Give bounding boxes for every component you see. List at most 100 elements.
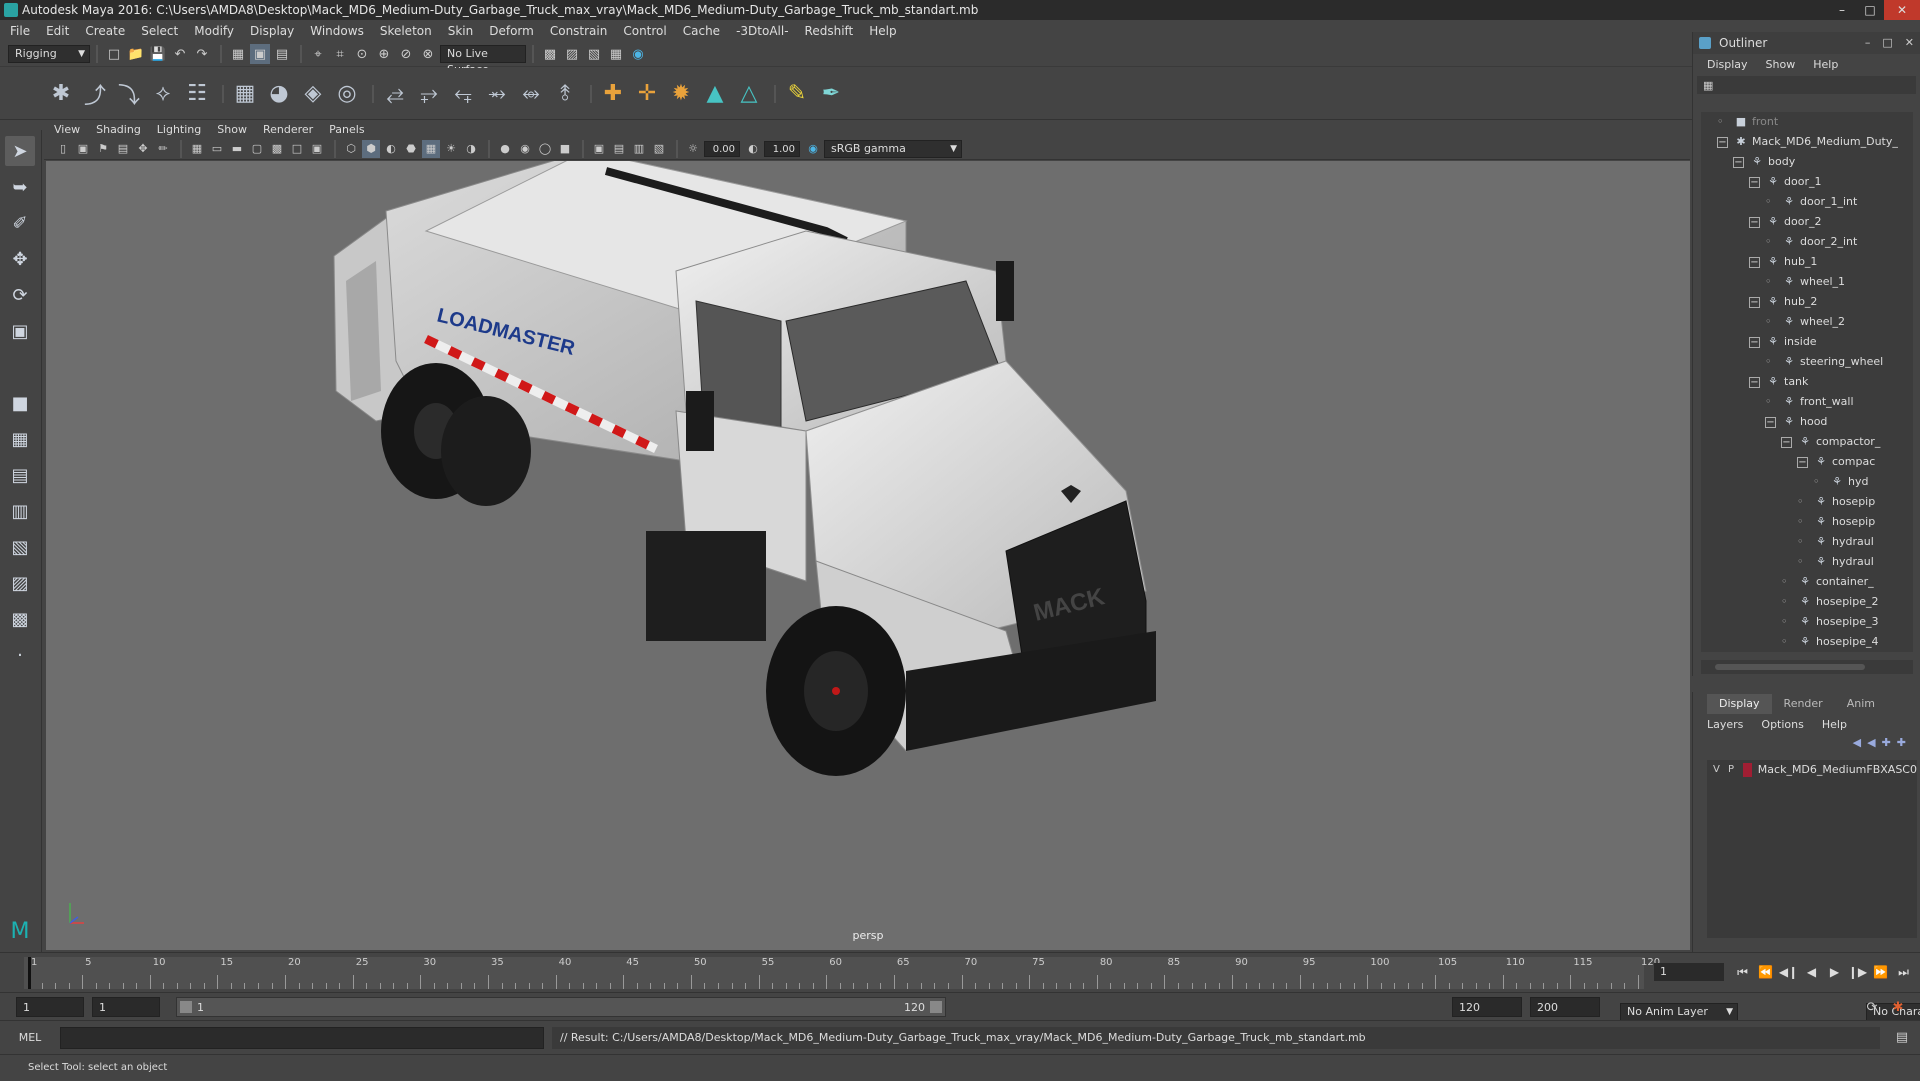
collapse-toggle-icon[interactable]: − [1749, 296, 1760, 308]
safe-action-icon[interactable]: □ [288, 140, 306, 158]
outliner-item[interactable]: ◦ ⚘ hosepip [1701, 512, 1913, 532]
mirror-joint-icon[interactable]: ☷ [182, 79, 212, 109]
four-pane-layout-icon[interactable]: ▤ [5, 460, 35, 490]
menu-help[interactable]: Help [869, 24, 896, 38]
exposure-field[interactable]: 0.00 [704, 140, 740, 157]
outliner-item[interactable]: − ⚘ hub_1 [1701, 252, 1913, 272]
current-time-indicator[interactable] [28, 957, 31, 989]
panel-menu-view[interactable]: View [54, 123, 80, 136]
command-input[interactable] [60, 1026, 544, 1049]
collapse-toggle-icon[interactable]: − [1749, 216, 1760, 228]
select-hierarchy-icon[interactable]: ▦ [228, 44, 248, 64]
render-settings-icon[interactable]: ▩ [540, 44, 560, 64]
color-space-dropdown[interactable]: sRGB gamma ▼ [824, 139, 962, 158]
outliner-item[interactable]: ◦ ⚘ hosepip [1701, 492, 1913, 512]
xray-icon[interactable]: ▤ [610, 140, 628, 158]
go-to-end-icon[interactable]: ⏭ [1893, 963, 1914, 981]
menu-3dtoall[interactable]: -3DtoAll- [736, 24, 788, 38]
select-camera-icon[interactable]: ▯ [54, 140, 72, 158]
menu-deform[interactable]: Deform [489, 24, 534, 38]
current-frame-field[interactable]: 1 [1654, 963, 1724, 981]
xray-active-icon[interactable]: ▥ [630, 140, 648, 158]
outliner-item[interactable]: − ⚘ inside [1701, 332, 1913, 352]
outliner-item[interactable]: ◦ ⚘ wheel_2 [1701, 312, 1913, 332]
menu-cache[interactable]: Cache [683, 24, 720, 38]
menu-modify[interactable]: Modify [194, 24, 234, 38]
collapse-toggle-icon[interactable]: − [1749, 376, 1760, 388]
new-scene-icon[interactable]: □ [104, 44, 124, 64]
maximize-button[interactable]: □ [1856, 0, 1884, 20]
step-back-frame-icon[interactable]: ◀❙ [1778, 963, 1799, 981]
textured-icon[interactable]: ▦ [422, 139, 440, 158]
smooth-shade-icon[interactable]: ⬢ [362, 139, 380, 158]
outliner-item[interactable]: ◦ ⚘ door_1_int [1701, 192, 1913, 212]
xray-joints-icon[interactable]: ▧ [650, 140, 668, 158]
panel-menu-panels[interactable]: Panels [329, 123, 364, 136]
layer-list[interactable]: V P Mack_MD6_MediumFBXASC0 [1707, 760, 1917, 938]
mirror-weights-icon[interactable]: ⥇ [482, 79, 512, 109]
hypershade-icon[interactable]: ◉ [628, 44, 648, 64]
snap-view-plane-icon[interactable]: ⊕ [374, 44, 394, 64]
show-manipulator-icon[interactable]: ■ [5, 388, 35, 418]
grease-pencil-icon[interactable]: ✏ [154, 140, 172, 158]
snap-point-icon[interactable]: ⊙ [352, 44, 372, 64]
resolution-gate-icon[interactable]: ▬ [228, 140, 246, 158]
panel-menu-shading[interactable]: Shading [96, 123, 141, 136]
menu-edit[interactable]: Edit [46, 24, 69, 38]
layer-menu-help[interactable]: Help [1822, 718, 1847, 731]
snap-grid-icon[interactable]: ⌖ [308, 44, 328, 64]
outliner-item[interactable]: ◦ ⚘ hosepipe_4 [1701, 632, 1913, 652]
set-driven-key-icon[interactable]: ✎ [782, 79, 812, 109]
command-language-label[interactable]: MEL [0, 1031, 60, 1044]
detach-skin-icon[interactable]: ⥅ [414, 79, 444, 109]
menu-file[interactable]: File [10, 24, 30, 38]
wireframe-on-shaded-icon[interactable]: ⬣ [402, 140, 420, 158]
play-backwards-icon[interactable]: ◀ [1801, 963, 1822, 981]
outliner-item[interactable]: − ✱ Mack_MD6_Medium_Duty_ [1701, 132, 1913, 152]
gamma-field[interactable]: 1.00 [764, 140, 800, 157]
scrollbar-thumb[interactable] [1715, 664, 1865, 670]
outliner-item[interactable]: − ⚘ body [1701, 152, 1913, 172]
outliner-item[interactable]: ◦ ⚘ front_wall [1701, 392, 1913, 412]
panel-menu-renderer[interactable]: Renderer [263, 123, 313, 136]
camera-attributes-icon[interactable]: ▣ [74, 140, 92, 158]
multisample-aa-icon[interactable]: ◯ [536, 140, 554, 158]
playback-start-field[interactable]: 1 [92, 997, 160, 1017]
range-start-handle[interactable] [180, 1001, 192, 1013]
scene-end-field[interactable]: 200 [1530, 997, 1600, 1017]
cluster-icon[interactable]: ◕ [264, 79, 294, 109]
menu-set-dropdown[interactable]: Rigging ▼ [8, 45, 90, 63]
side-by-side-layout-icon[interactable]: ▥ [5, 496, 35, 526]
collapse-toggle-icon[interactable]: − [1781, 436, 1792, 448]
default-material-icon[interactable]: ◐ [382, 140, 400, 158]
live-surface-field[interactable]: No Live Surface [440, 45, 526, 76]
outliner-menu-display[interactable]: Display [1707, 58, 1748, 71]
step-back-key-icon[interactable]: ⏪ [1755, 963, 1776, 981]
range-end-handle[interactable] [930, 1001, 942, 1013]
collapse-toggle-icon[interactable]: − [1749, 336, 1760, 348]
menu-windows[interactable]: Windows [310, 24, 364, 38]
menu-create[interactable]: Create [85, 24, 125, 38]
layer-row[interactable]: V P Mack_MD6_MediumFBXASC0 [1707, 760, 1917, 780]
motion-blur-icon[interactable]: ◉ [516, 140, 534, 158]
maximize-button[interactable]: □ [1882, 32, 1892, 54]
outliner-item[interactable]: ◦ ⚘ container_ [1701, 572, 1913, 592]
open-scene-icon[interactable]: 📁 [126, 44, 146, 64]
collapse-toggle-icon[interactable]: − [1733, 156, 1744, 168]
scale-tool-icon[interactable]: ▣ [5, 316, 35, 346]
collapse-toggle-icon[interactable]: − [1749, 176, 1760, 188]
snap-curve-icon[interactable]: ⌗ [330, 44, 350, 64]
go-to-start-icon[interactable]: ⏮ [1732, 963, 1753, 981]
layer-menu-layers[interactable]: Layers [1707, 718, 1743, 731]
step-forward-frame-icon[interactable]: ❙▶ [1847, 963, 1868, 981]
orient-constraint-icon[interactable]: ▲ [700, 79, 730, 109]
outliner-item[interactable]: − ⚘ compac [1701, 452, 1913, 472]
outliner-horizontal-scrollbar[interactable] [1701, 660, 1913, 674]
panel-menu-show[interactable]: Show [217, 123, 247, 136]
playback-end-field[interactable]: 120 [1452, 997, 1522, 1017]
add-influence-icon[interactable]: ⥉ [550, 79, 580, 109]
outliner-item[interactable]: − ⚘ hub_2 [1701, 292, 1913, 312]
save-scene-icon[interactable]: 💾 [148, 44, 168, 64]
new-layer-icon[interactable]: ✚ [1882, 736, 1891, 749]
outliner-filter-row[interactable]: ▦ [1697, 76, 1916, 94]
